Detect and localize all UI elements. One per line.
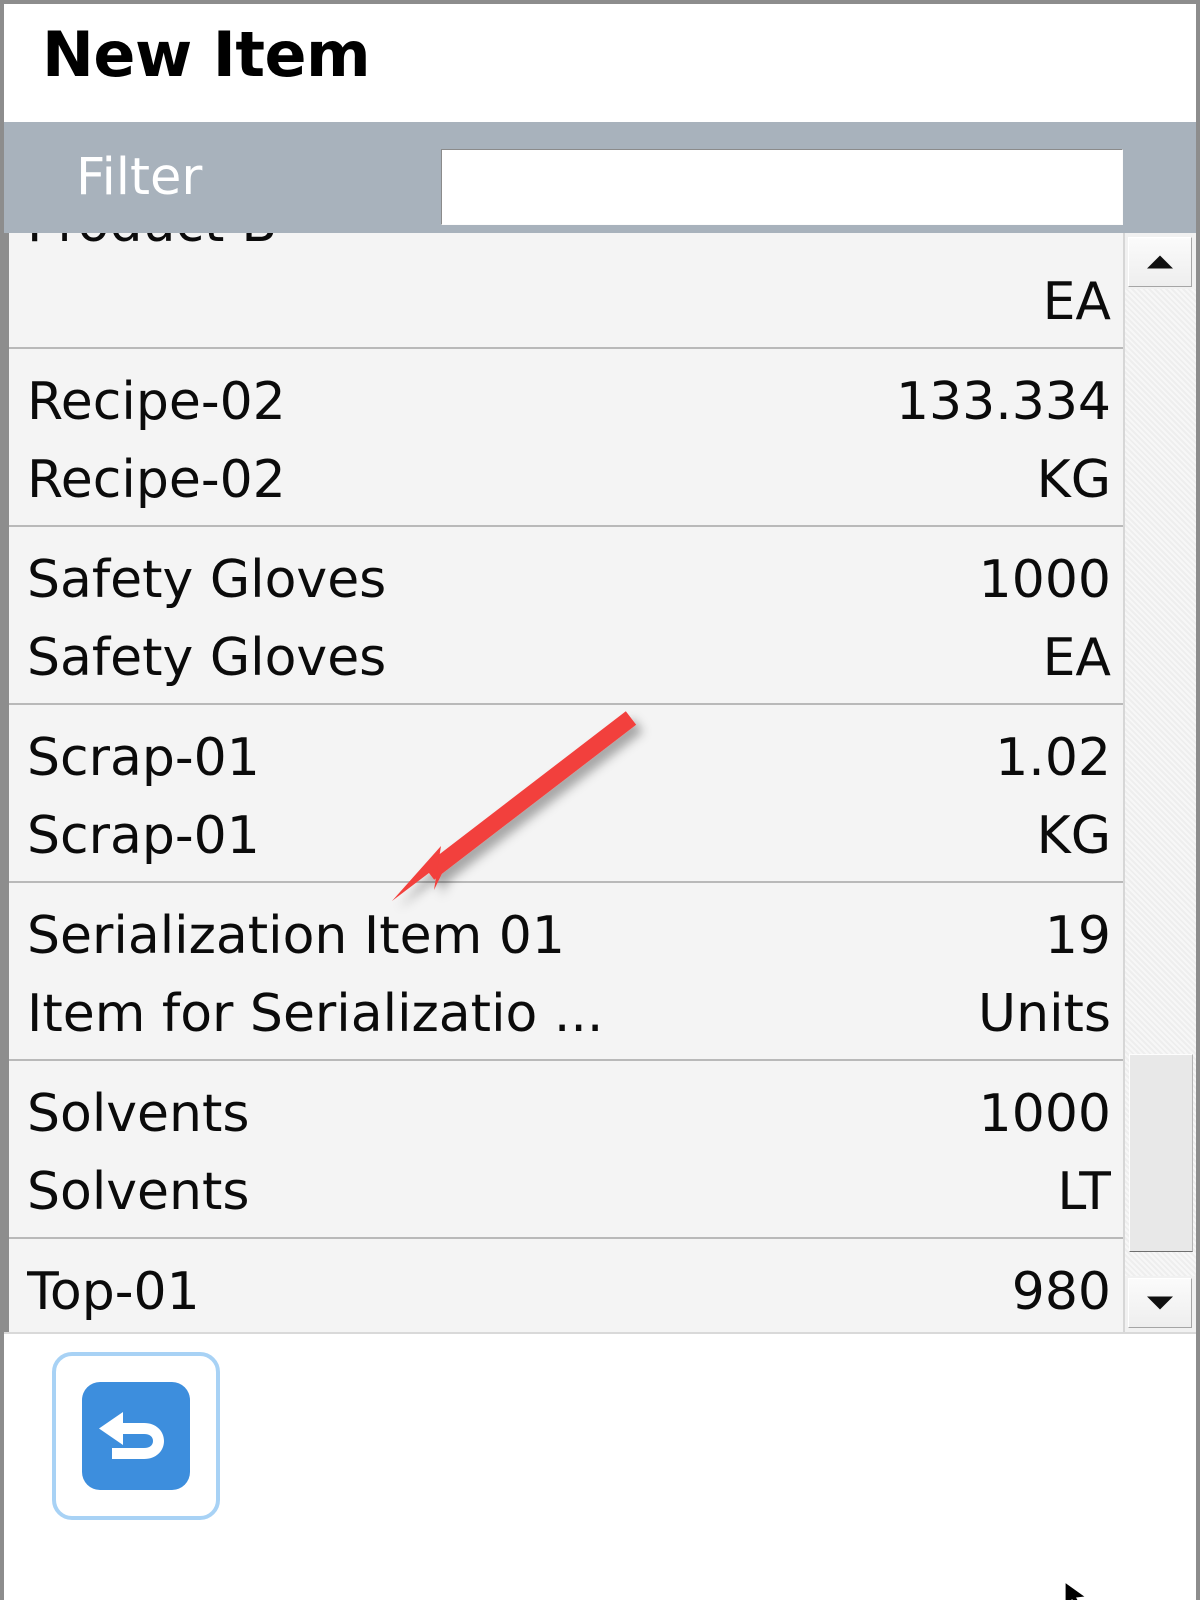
row-primary-line: Recipe-02 133.334 — [27, 371, 1111, 433]
table-row[interactable]: Safety Gloves 1000 Safety Gloves EA — [9, 527, 1123, 705]
item-name: Product-B — [27, 233, 277, 255]
item-value: 1000 — [978, 550, 1111, 610]
filter-label: Filter — [76, 148, 203, 207]
item-name: Top-01 — [27, 1262, 200, 1322]
row-secondary-line: Item for Serializatio ... Units — [27, 983, 1111, 1045]
item-unit: EA — [1042, 628, 1111, 688]
item-unit: KG — [1036, 450, 1111, 510]
item-name: Safety Gloves — [27, 550, 387, 610]
table-row[interactable]: Product-B EA — [9, 233, 1123, 349]
item-unit: KG — [1036, 806, 1111, 866]
item-description: Scrap-01 — [27, 806, 260, 866]
row-primary-line: Serialization Item 01 19 — [27, 905, 1111, 967]
item-list: Product-B EA Recipe-02 133.334 R — [9, 233, 1123, 1332]
item-unit: Units — [978, 984, 1111, 1044]
scroll-up-button[interactable] — [1128, 237, 1192, 287]
page-title: New Item — [42, 18, 371, 91]
title-bar: New Item — [4, 4, 1196, 122]
undo-arrow-icon — [82, 1382, 190, 1490]
row-secondary-line: Safety Gloves EA — [27, 627, 1111, 689]
triangle-down-icon — [1147, 1296, 1173, 1310]
item-list-viewport[interactable]: Product-B EA Recipe-02 133.334 R — [9, 233, 1123, 1332]
table-row[interactable]: Top-01 980 — [9, 1239, 1123, 1332]
table-row[interactable]: Scrap-01 1.02 Scrap-01 KG — [9, 705, 1123, 883]
item-description: Item for Serializatio ... — [27, 984, 604, 1044]
item-value: 133.334 — [895, 372, 1111, 432]
item-unit: LT — [1057, 1162, 1111, 1222]
item-name: Scrap-01 — [27, 728, 260, 788]
scrollbar-thumb[interactable] — [1129, 1054, 1193, 1252]
row-primary-line: Product-B — [27, 233, 1111, 255]
scroll-down-button[interactable] — [1128, 1278, 1192, 1328]
table-row[interactable]: Serialization Item 01 19 Item for Serial… — [9, 883, 1123, 1061]
table-row[interactable]: Recipe-02 133.334 Recipe-02 KG — [9, 349, 1123, 527]
footer-bar — [4, 1332, 1196, 1600]
row-primary-line: Top-01 980 — [27, 1261, 1111, 1323]
vertical-scrollbar[interactable] — [1123, 233, 1196, 1332]
item-name: Recipe-02 — [27, 372, 286, 432]
row-secondary-line: EA — [27, 271, 1111, 333]
item-name: Serialization Item 01 — [27, 906, 565, 966]
filter-input[interactable] — [441, 149, 1123, 225]
item-list-region: Product-B EA Recipe-02 133.334 R — [4, 233, 1196, 1332]
filter-bar: Filter — [4, 122, 1196, 233]
item-value: 980 — [1011, 1262, 1111, 1322]
item-value: 19 — [1044, 906, 1111, 966]
item-name: Solvents — [27, 1084, 250, 1144]
row-primary-line: Safety Gloves 1000 — [27, 549, 1111, 611]
row-primary-line: Scrap-01 1.02 — [27, 727, 1111, 789]
row-secondary-line: Recipe-02 KG — [27, 449, 1111, 511]
triangle-up-icon — [1147, 255, 1173, 269]
item-description: Solvents — [27, 1162, 250, 1222]
app-window: New Item Filter Product-B EA — [0, 0, 1200, 1600]
table-row[interactable]: Solvents 1000 Solvents LT — [9, 1061, 1123, 1239]
row-primary-line: Solvents 1000 — [27, 1083, 1111, 1145]
item-value: 1.02 — [995, 728, 1111, 788]
item-description: Safety Gloves — [27, 628, 387, 688]
row-secondary-line: Solvents LT — [27, 1161, 1111, 1223]
item-value: 1000 — [978, 1084, 1111, 1144]
item-unit: EA — [1042, 272, 1111, 332]
item-description: Recipe-02 — [27, 450, 286, 510]
back-button[interactable] — [52, 1352, 220, 1520]
row-secondary-line: Scrap-01 KG — [27, 805, 1111, 867]
